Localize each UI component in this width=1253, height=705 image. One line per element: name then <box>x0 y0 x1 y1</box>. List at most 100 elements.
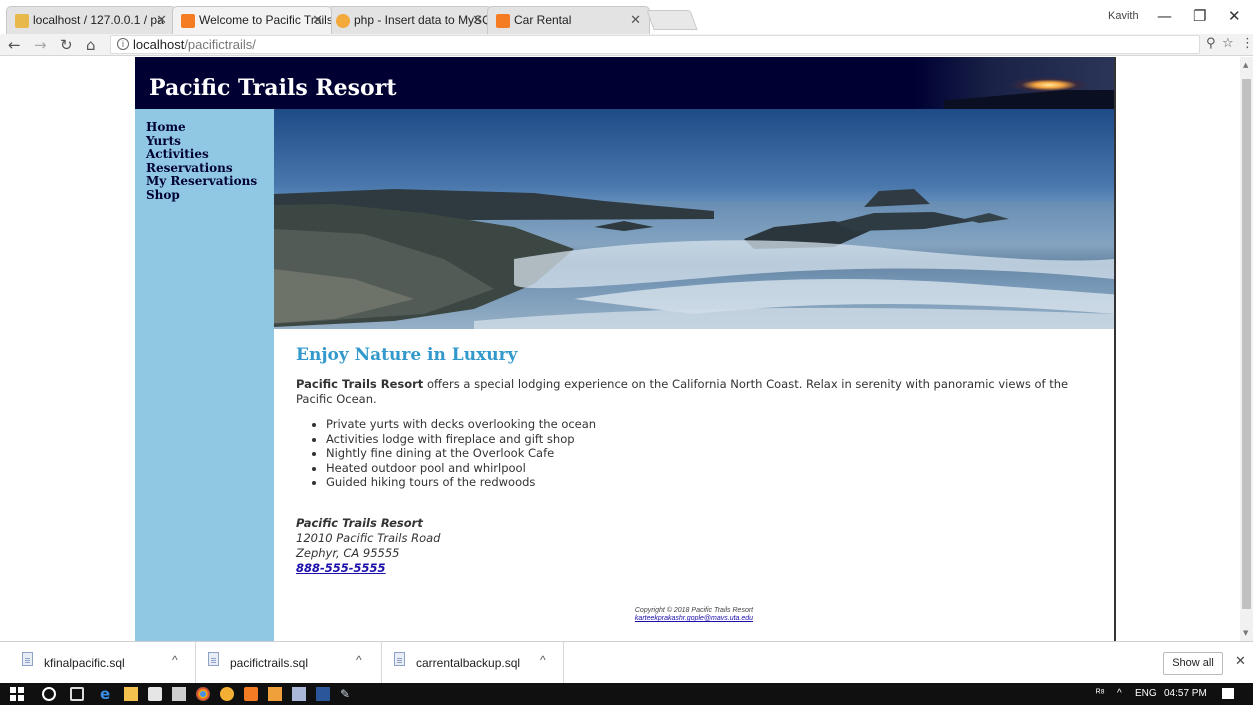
notifications-icon[interactable] <box>1222 688 1234 699</box>
bookmark-star-icon[interactable]: ☆ <box>1222 36 1234 51</box>
xampp-icon[interactable] <box>244 687 258 701</box>
address-city: Zephyr, CA 95555 <box>296 545 400 560</box>
list-item: Nightly fine dining at the Overlook Cafe <box>326 446 1096 461</box>
file-icon <box>208 652 219 666</box>
site-footer: Copyright © 2018 Pacific Trails Resort k… <box>274 607 1114 623</box>
show-all-button[interactable]: Show all <box>1163 652 1223 675</box>
list-item: Private yurts with decks overlooking the… <box>326 417 1096 432</box>
chevron-up-icon[interactable]: ^ <box>356 653 362 667</box>
download-item[interactable]: pacifictrails.sql ^ <box>196 642 382 683</box>
app-icon[interactable] <box>220 687 234 701</box>
phone-link[interactable]: 888-555-5555 <box>296 561 386 575</box>
tab-phpmyadmin[interactable]: localhost / 127.0.0.1 / pa ✕ <box>6 6 176 34</box>
scroll-down-icon[interactable]: ▼ <box>1243 629 1248 637</box>
site-title: Pacific Trails Resort <box>149 75 397 101</box>
tab-car-rental[interactable]: Car Rental ✕ <box>487 6 650 34</box>
chevron-up-icon[interactable]: ^ <box>172 653 178 667</box>
chevron-up-icon[interactable]: ^ <box>540 653 546 667</box>
info-icon[interactable]: i <box>117 38 129 50</box>
page-viewport: Pacific Trails Resort Home Yurts Activit… <box>0 57 1240 641</box>
scroll-up-icon[interactable]: ▲ <box>1243 61 1248 69</box>
site-favicon-icon <box>496 14 510 28</box>
list-item: Guided hiking tours of the redwoods <box>326 475 1096 490</box>
stackoverflow-icon <box>336 14 350 28</box>
menu-icon[interactable]: ⋮ <box>1241 36 1253 51</box>
close-icon[interactable]: ✕ <box>630 12 641 28</box>
intro-resort-name: Pacific Trails Resort <box>296 377 424 391</box>
close-icon[interactable]: ✕ <box>312 12 323 28</box>
reload-icon[interactable]: ↻ <box>60 36 73 54</box>
page-scrollbar[interactable]: ▲ ▼ <box>1240 57 1253 641</box>
address-bar[interactable]: i localhost/pacifictrails/ <box>110 35 1200 54</box>
tab-pacific-trails[interactable]: Welcome to Pacific Trails ✕ <box>172 6 332 34</box>
nav-my-reservations[interactable]: My Reservations <box>146 174 274 189</box>
word-icon[interactable] <box>316 687 330 701</box>
nav-activities[interactable]: Activities <box>146 147 274 162</box>
url-host: localhost <box>133 37 185 52</box>
tab-title: localhost / 127.0.0.1 / pa <box>33 13 164 27</box>
download-item[interactable]: carrentalbackup.sql ^ <box>382 642 564 683</box>
cortana-icon[interactable] <box>42 687 56 701</box>
list-item: Heated outdoor pool and whirlpool <box>326 461 1096 476</box>
restore-icon[interactable]: ❐ <box>1193 7 1206 25</box>
sublime-icon[interactable] <box>268 687 282 701</box>
download-item[interactable]: kfinalpacific.sql ^ <box>10 642 196 683</box>
nav-reservations[interactable]: Reservations <box>146 161 274 176</box>
file-icon <box>394 652 405 666</box>
site-favicon-icon <box>181 14 195 28</box>
store-icon[interactable] <box>148 687 162 701</box>
download-filename: kfinalpacific.sql <box>44 656 125 670</box>
windows-start-icon[interactable] <box>10 687 24 701</box>
contact-address: Pacific Trails Resort 12010 Pacific Trai… <box>296 516 1096 576</box>
nav-shop[interactable]: Shop <box>146 188 274 203</box>
zoom-icon[interactable]: ⚲ <box>1206 36 1216 51</box>
download-filename: carrentalbackup.sql <box>416 656 521 670</box>
notepad-icon[interactable] <box>292 687 306 701</box>
ridge-silhouette <box>944 90 1114 109</box>
file-explorer-icon[interactable] <box>124 687 138 701</box>
site-nav: Home Yurts Activities Reservations My Re… <box>135 109 274 641</box>
tab-title: php - Insert data to MySQ <box>354 13 492 27</box>
intro-paragraph: Pacific Trails Resort offers a special l… <box>296 377 1096 407</box>
scrollbar-thumb[interactable] <box>1242 79 1251 609</box>
back-icon[interactable]: ← <box>8 36 21 54</box>
edge-icon[interactable]: e <box>100 685 114 703</box>
language-indicator[interactable]: ENG <box>1135 688 1157 699</box>
new-tab-button[interactable] <box>646 10 698 30</box>
chrome-icon[interactable] <box>196 687 210 701</box>
main-content: Enjoy Nature in Luxury Pacific Trails Re… <box>274 109 1114 641</box>
mail-icon[interactable] <box>172 687 186 701</box>
nav-yurts[interactable]: Yurts <box>146 134 274 149</box>
close-icon[interactable]: ✕ <box>1235 654 1246 669</box>
minimize-icon[interactable]: — <box>1157 7 1172 25</box>
tab-strip: localhost / 127.0.0.1 / pa ✕ Welcome to … <box>0 0 1253 34</box>
feature-list: Private yurts with decks overlooking the… <box>326 417 1096 490</box>
close-icon[interactable]: ✕ <box>156 12 167 28</box>
paint-icon[interactable]: ✎ <box>340 687 354 701</box>
address-name: Pacific Trails Resort <box>296 515 423 530</box>
close-window-icon[interactable]: ✕ <box>1228 7 1241 25</box>
tab-php-insert[interactable]: php - Insert data to MySQ ✕ <box>327 6 492 34</box>
chevron-up-icon[interactable]: ^ <box>1117 688 1122 699</box>
tab-title: Car Rental <box>514 13 572 27</box>
list-item: Activities lodge with fireplace and gift… <box>326 432 1096 447</box>
phpmyadmin-icon <box>15 14 29 28</box>
task-view-icon[interactable] <box>70 687 84 701</box>
download-shelf: kfinalpacific.sql ^ pacifictrails.sql ^ … <box>0 641 1253 683</box>
profile-name[interactable]: Kavith <box>1108 10 1139 22</box>
close-icon[interactable]: ✕ <box>472 12 483 28</box>
page-wrapper: Pacific Trails Resort Home Yurts Activit… <box>135 57 1116 641</box>
download-filename: pacifictrails.sql <box>230 656 309 670</box>
browser-toolbar: ← → ↻ ⌂ i localhost/pacifictrails/ ⚲ ☆ ⋮ <box>0 34 1253 56</box>
nav-home[interactable]: Home <box>146 120 274 135</box>
page-heading: Enjoy Nature in Luxury <box>296 345 518 365</box>
forward-icon[interactable]: → <box>34 36 47 54</box>
email-link[interactable]: karteekprakashr.gople@mavs.uta.edu <box>635 615 753 622</box>
file-icon <box>22 652 33 666</box>
clock[interactable]: 04:57 PM <box>1164 688 1207 699</box>
home-icon[interactable]: ⌂ <box>86 36 96 54</box>
content-area: Enjoy Nature in Luxury Pacific Trails Re… <box>296 345 1096 576</box>
coastline-hero-image <box>274 109 1114 329</box>
address-street: 12010 Pacific Trails Road <box>296 530 441 545</box>
people-icon[interactable]: ᴿ⁸ <box>1096 688 1105 699</box>
